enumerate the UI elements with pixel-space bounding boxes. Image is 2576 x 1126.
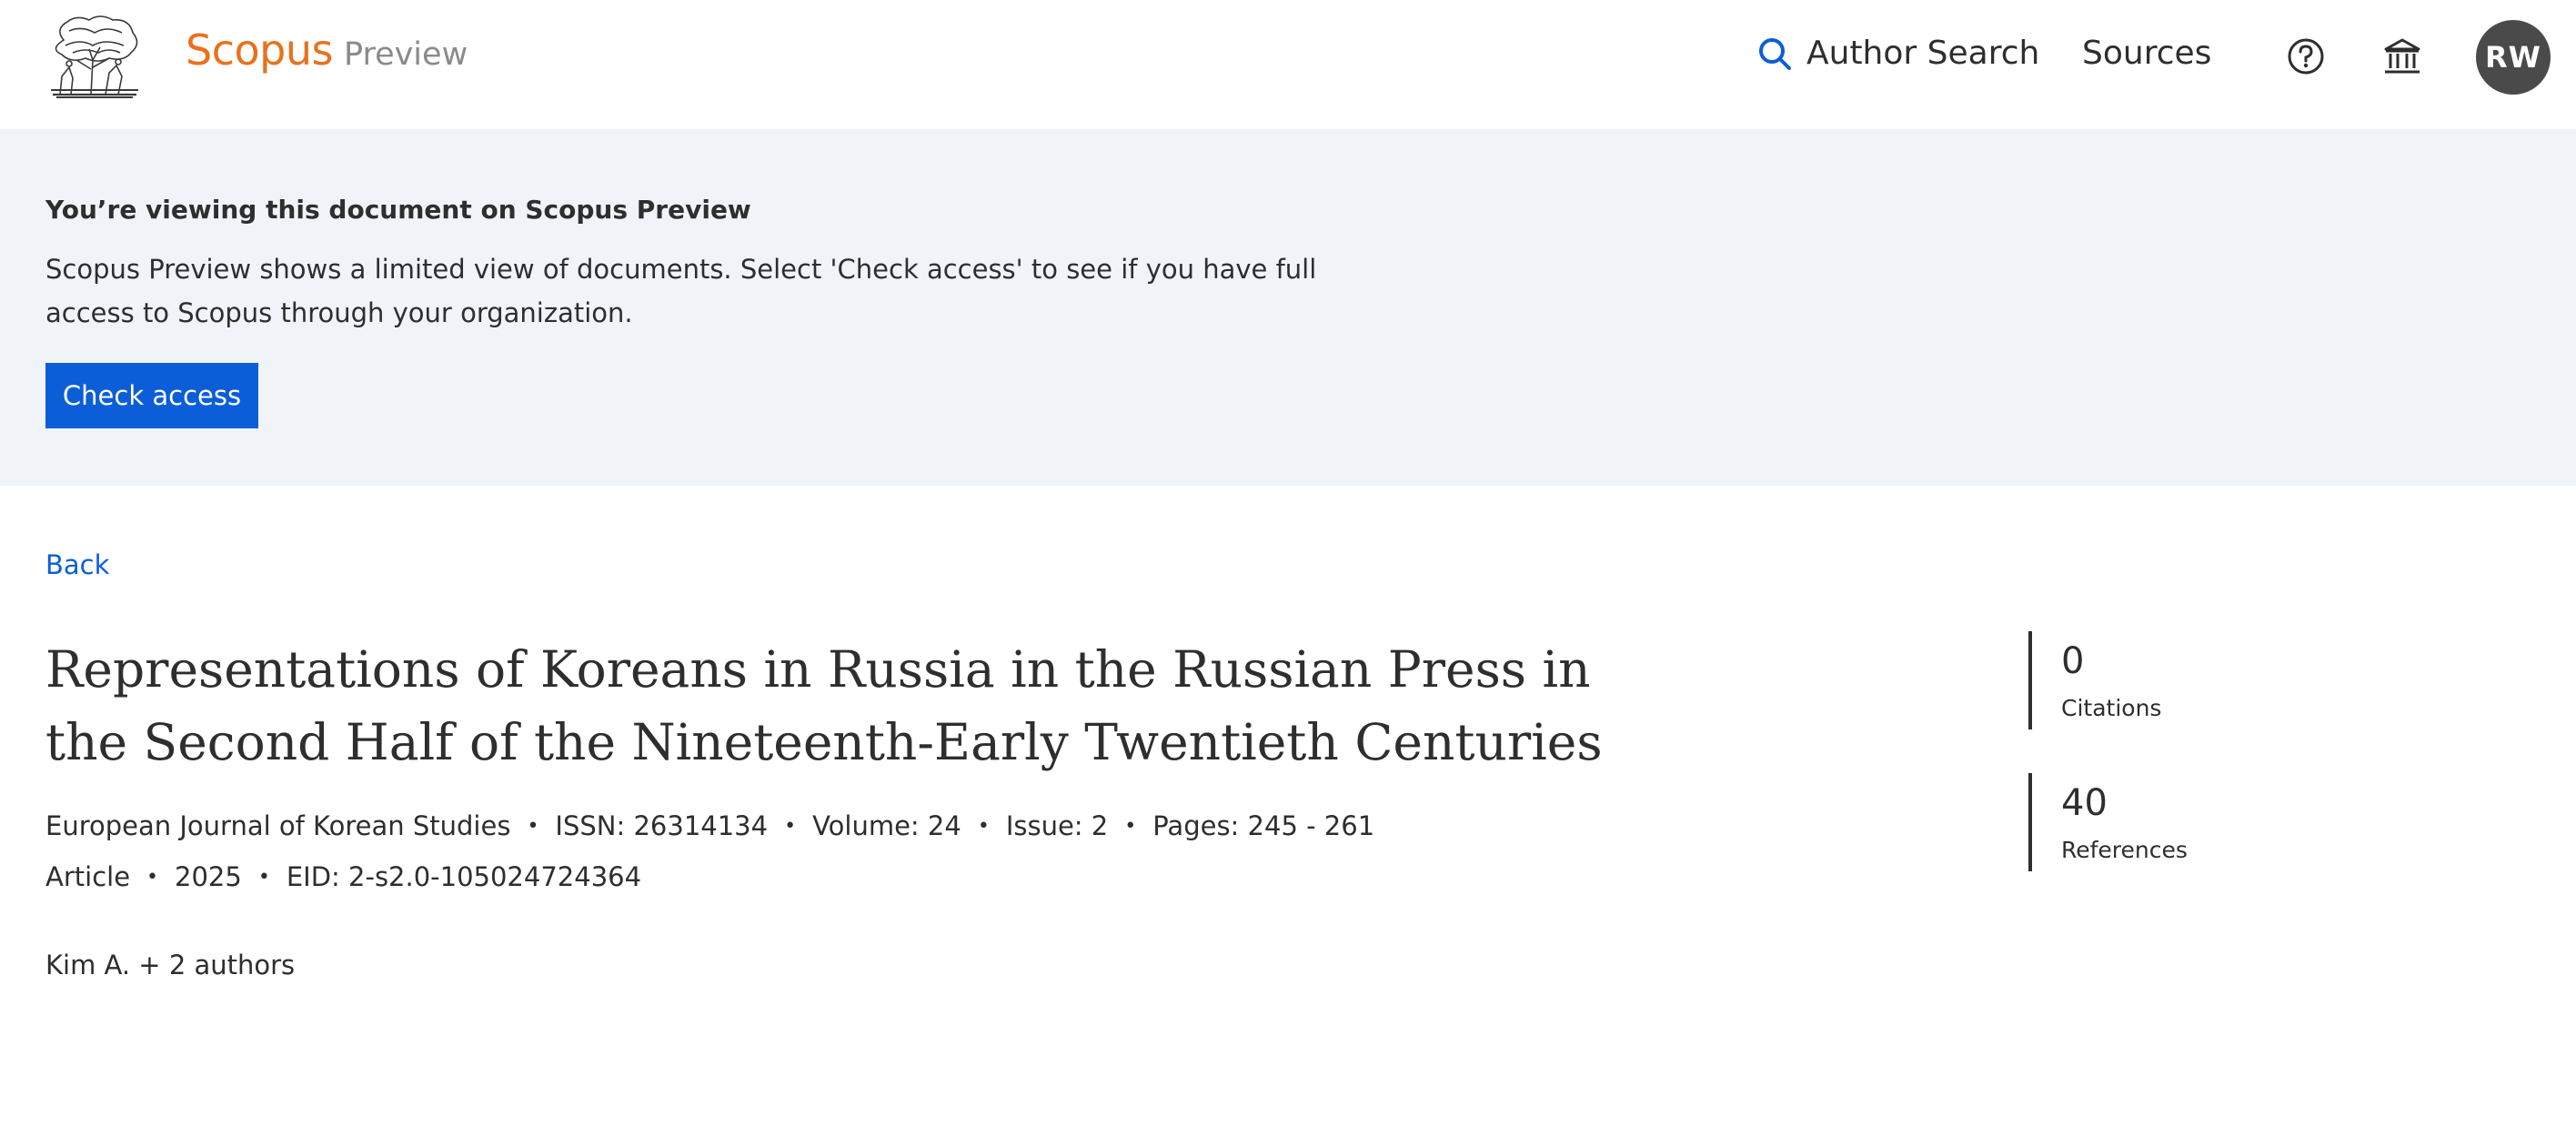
document-title: Representations of Koreans in Russia in …	[45, 640, 1603, 771]
elsevier-tree-logo[interactable]	[45, 13, 144, 102]
user-avatar[interactable]: RW	[2476, 20, 2551, 95]
references-metric: 40 References	[2028, 773, 2305, 871]
banner-title: You’re viewing this document on Scopus P…	[45, 195, 751, 225]
search-icon	[1759, 37, 1791, 70]
top-navigation-bar: Scopus Preview Author Search Sources RW	[0, 0, 2576, 129]
citations-label: Citations	[2061, 695, 2162, 721]
citations-metric: 0 Citations	[2028, 631, 2305, 729]
back-link[interactable]: Back	[45, 549, 109, 580]
authors-link[interactable]: Kim A. + 2 authors	[45, 950, 295, 980]
separator: •	[146, 865, 159, 889]
banner-text: Scopus Preview shows a limited view of d…	[45, 254, 1317, 328]
journal-name[interactable]: European Journal of Korean Studies	[45, 810, 510, 841]
check-access-button[interactable]: Check access	[45, 363, 258, 428]
citations-count: 0	[2061, 640, 2085, 682]
brand-suffix: Preview	[343, 36, 468, 73]
scopus-brand[interactable]: Scopus Preview	[186, 25, 468, 75]
author-search-label: Author Search	[1806, 35, 2040, 72]
separator: •	[977, 814, 990, 838]
institution-icon[interactable]	[2380, 35, 2424, 78]
publication-details: European Journal of Korean Studies • ISS…	[45, 810, 1374, 841]
sources-link[interactable]: Sources	[2082, 35, 2211, 72]
issn: ISSN: 26314134	[555, 810, 769, 841]
separator: •	[257, 865, 270, 889]
preview-notice-banner: You’re viewing this document on Scopus P…	[0, 129, 2576, 486]
separator: •	[784, 814, 797, 838]
references-count: 40	[2061, 782, 2108, 824]
eid: EID: 2-s2.0-105024724364	[286, 861, 642, 892]
volume: Volume: 24	[812, 810, 961, 841]
help-icon[interactable]	[2286, 36, 2326, 76]
publication-year: 2025	[175, 861, 242, 892]
references-label: References	[2061, 837, 2188, 863]
pages: Pages: 245 - 261	[1152, 810, 1375, 841]
separator: •	[1124, 814, 1137, 838]
separator: •	[527, 814, 539, 838]
issue: Issue: 2	[1005, 810, 1109, 841]
document-details: Article • 2025 • EID: 2-s2.0-10502472436…	[45, 861, 641, 892]
brand-name: Scopus	[186, 25, 333, 75]
author-search-link[interactable]: Author Search	[1757, 35, 2039, 72]
document-type: Article	[45, 861, 131, 892]
